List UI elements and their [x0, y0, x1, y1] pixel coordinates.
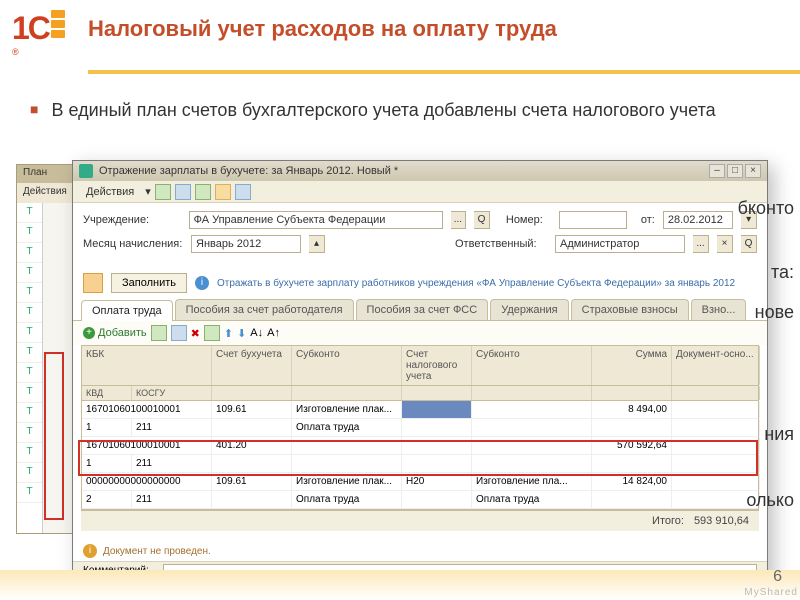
institution-open[interactable]: Q: [474, 211, 490, 229]
fill-icon: [83, 273, 103, 293]
table-row: 2211Оплата трудаОплата труда: [82, 491, 758, 509]
table-row: 1211Оплата труда: [82, 419, 758, 437]
add-row-button[interactable]: +Добавить: [83, 327, 147, 339]
col-sum: Сумма: [592, 346, 672, 385]
tab-posobiya-rabotodatel[interactable]: Пособия за счет работодателя: [175, 299, 354, 320]
close-button[interactable]: ×: [745, 164, 761, 178]
toolbar-icon-3[interactable]: [195, 184, 211, 200]
responsible-picker[interactable]: ...: [693, 235, 709, 253]
tab-strahovye[interactable]: Страховые взносы: [571, 299, 689, 320]
total-label: Итого:: [652, 515, 684, 527]
grid-header-row1: КБК Счет бухучета Субконто Счет налогово…: [82, 346, 758, 386]
col-sub: Субконто: [292, 346, 402, 385]
watermark: MyShared: [744, 587, 798, 598]
table-row: 16701060100010001401.20570 592,64: [82, 437, 758, 455]
institution-picker[interactable]: ...: [451, 211, 467, 229]
grid-toolbar: +Добавить ✖ ⬆ ⬇ A↓ A↑: [73, 320, 767, 345]
date-input[interactable]: 28.02.2012: [663, 211, 734, 229]
text-fragment: олько: [746, 490, 794, 511]
slide-title: Налоговый учет расходов на оплату труда: [88, 16, 800, 42]
col-kosgu: КОСГУ: [132, 386, 212, 400]
col-tax-acct: Счет налогового учета: [402, 346, 472, 385]
toolbar-icon-1[interactable]: [155, 184, 171, 200]
footer-band: [0, 570, 800, 600]
tab-posobiya-fss[interactable]: Пособия за счет ФСС: [356, 299, 489, 320]
tab-uderzhaniya[interactable]: Удержания: [490, 299, 568, 320]
titlebar[interactable]: Отражение зарплаты в бухучете: за Январь…: [73, 161, 767, 181]
window-title: Отражение зарплаты в бухучете: за Январь…: [99, 165, 398, 177]
grid-icon-up[interactable]: ⬆: [224, 327, 233, 340]
responsible-open[interactable]: Q: [741, 235, 757, 253]
number-input[interactable]: [559, 211, 628, 229]
col-kbk: КБК: [82, 346, 212, 385]
fill-row: Заполнить i Отражать в бухучете зарплату…: [73, 267, 767, 299]
plan-left-column: ТТТТТТТТТТТТТТТ: [17, 203, 43, 533]
tab-vzno[interactable]: Взно...: [691, 299, 747, 320]
month-up[interactable]: ▴: [309, 235, 325, 253]
table-row: 1211: [82, 455, 758, 473]
responsible-clear[interactable]: ×: [717, 235, 733, 253]
selected-cell: [402, 401, 472, 418]
data-grid[interactable]: КБК Счет бухучета Субконто Счет налогово…: [81, 345, 759, 510]
month-label: Месяц начисления:: [83, 238, 183, 250]
toolbar-icon-2[interactable]: [175, 184, 191, 200]
month-input[interactable]: Январь 2012: [191, 235, 301, 253]
grid-icon-down[interactable]: ⬇: [237, 327, 246, 340]
minimize-button[interactable]: –: [709, 164, 725, 178]
chevron-down-icon: ▾: [145, 185, 151, 198]
col-kvd: КВД: [82, 386, 132, 400]
text-fragment: бконто: [738, 198, 794, 219]
grid-sort-asc-icon[interactable]: A↓: [250, 327, 263, 339]
tabs: Оплата труда Пособия за счет работодател…: [73, 299, 767, 320]
grid-sort-desc-icon[interactable]: A↑: [267, 327, 280, 339]
text-fragment: та:: [771, 262, 794, 283]
actions-menu[interactable]: Действия: [79, 184, 141, 200]
status-bar: i Документ не проведен.: [73, 541, 767, 561]
maximize-button[interactable]: □: [727, 164, 743, 178]
header-underline: [88, 70, 800, 74]
toolbar-icon-5[interactable]: [235, 184, 251, 200]
toolbar-icon-4[interactable]: [215, 184, 231, 200]
slide-body: ■ В единый план счетов бухгалтерского уч…: [0, 84, 800, 121]
info-text: Отражать в бухучете зарплату работников …: [217, 278, 735, 289]
total-value: 593 910,64: [694, 515, 749, 527]
form-area: Учреждение: ФА Управление Субъекта Федер…: [73, 203, 767, 267]
col-acct: Счет бухучета: [212, 346, 292, 385]
fill-button[interactable]: Заполнить: [111, 273, 187, 293]
grid-icon-delete[interactable]: ✖: [191, 327, 200, 340]
text-fragment: нове: [755, 302, 794, 323]
text-fragment: ния: [764, 424, 794, 445]
page-number: 6: [773, 568, 782, 586]
bullet-icon: ■: [30, 101, 38, 117]
grid-body[interactable]: 16701060100010001109.61Изготовление плак…: [82, 401, 758, 509]
institution-label: Учреждение:: [83, 214, 181, 226]
institution-input[interactable]: ФА Управление Субъекта Федерации: [189, 211, 443, 229]
grid-icon-2[interactable]: [171, 325, 187, 341]
grid-icon-3[interactable]: [204, 325, 220, 341]
responsible-label: Ответственный:: [455, 238, 547, 250]
status-text: Документ не проведен.: [103, 546, 211, 557]
col-tax-sub: Субконто: [472, 346, 592, 385]
table-row: 00000000000000000109.61Изготовление плак…: [82, 473, 758, 491]
responsible-input[interactable]: Администратор: [555, 235, 685, 253]
slide-header: Налоговый учет расходов на оплату труда: [0, 0, 800, 84]
toolbar: Действия ▾: [73, 181, 767, 203]
grid-icon-1[interactable]: [151, 325, 167, 341]
bullet-text: В единый план счетов бухгалтерского учет…: [51, 100, 715, 120]
total-row: Итого: 593 910,64: [81, 510, 759, 531]
info-icon: i: [195, 276, 209, 290]
table-row: 16701060100010001109.61Изготовление плак…: [82, 401, 758, 419]
col-doc: Документ-осно...: [672, 346, 760, 385]
grid-header-row2: КВД КОСГУ: [82, 386, 758, 401]
number-label: Номер:: [506, 214, 551, 226]
date-label: от:: [635, 214, 655, 226]
document-window: Отражение зарплаты в бухучете: за Январь…: [72, 160, 768, 580]
tab-oplata-truda[interactable]: Оплата труда: [81, 300, 173, 321]
warning-icon: i: [83, 544, 97, 558]
doc-icon: [79, 164, 93, 178]
